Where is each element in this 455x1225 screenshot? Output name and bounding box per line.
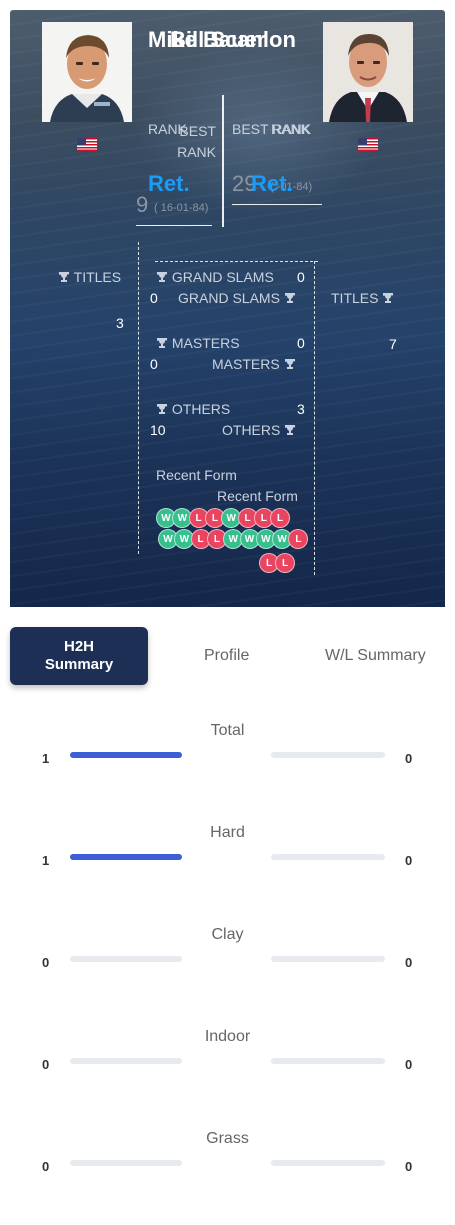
tab-h2h-summary[interactable]: H2H Summary	[10, 627, 148, 685]
tab-wl-summary[interactable]: W/L Summary	[325, 647, 426, 665]
trophy-icon	[59, 272, 70, 282]
left-grand-slams-text: GRAND SLAMS	[171, 269, 274, 285]
left-win-bar	[70, 752, 182, 758]
right-win-bar	[271, 752, 385, 758]
left-best-rank-value: 9	[136, 192, 149, 217]
tab-h2h-line1: H2H	[63, 638, 94, 655]
right-grand-slams-text: GRAND SLAMS	[178, 290, 280, 306]
right-win-count: 0	[405, 1159, 413, 1174]
left-win-count: 1	[42, 751, 50, 766]
right-win-bar	[271, 854, 385, 860]
left-best-rank-date: ( 16-01-84)	[154, 202, 209, 214]
left-win-bar	[70, 956, 182, 962]
trophy-icon	[383, 293, 394, 303]
right-titles-value: 7	[389, 336, 397, 352]
us-flag-icon	[77, 138, 97, 151]
left-win-bar-fill	[70, 854, 182, 860]
surface-label: Grass	[206, 1130, 249, 1147]
center-divider	[222, 95, 224, 227]
left-masters-label: MASTERS	[156, 335, 240, 351]
right-rank-value: Ret.	[251, 171, 293, 196]
right-grand-slams-label: GRAND SLAMS	[178, 290, 296, 306]
tab-profile[interactable]: Profile	[204, 647, 249, 665]
left-win-bar	[70, 1058, 182, 1064]
right-win-bar	[271, 956, 385, 962]
left-others-value: 3	[297, 401, 305, 417]
left-recent-form-label: Recent Form	[156, 467, 237, 483]
surface-label: Total	[210, 722, 245, 739]
left-best-rank-label: BEST RANK	[177, 123, 216, 160]
right-others-text: OTHERS	[222, 422, 281, 438]
right-others-label: OTHERS	[222, 422, 296, 438]
form-result-badge: L	[275, 553, 295, 573]
left-win-count: 0	[42, 955, 50, 970]
right-masters-value: 0	[150, 356, 158, 372]
right-win-count: 0	[405, 955, 413, 970]
trophy-icon	[157, 404, 168, 414]
right-win-count: 0	[405, 751, 413, 766]
h2h-hero-panel: Mike Bauer Bill Scanlon RANK BEST RANK R…	[10, 10, 445, 607]
tab-h2h-line2: Summary	[44, 656, 114, 673]
form-result-badge: L	[270, 508, 291, 528]
left-win-count: 1	[42, 853, 50, 868]
left-win-bar	[70, 854, 182, 860]
left-others-text: OTHERS	[171, 401, 231, 417]
left-titles-text: TITLES	[73, 269, 122, 285]
left-win-count: 0	[42, 1159, 50, 1174]
player-left-photo[interactable]	[42, 22, 132, 122]
surface-label: Hard	[210, 824, 245, 841]
right-masters-text: MASTERS	[212, 356, 280, 372]
player-right-photo[interactable]	[323, 22, 413, 122]
us-flag-icon	[358, 138, 378, 151]
player-right-name[interactable]: Bill Scanlon	[170, 27, 296, 53]
right-win-bar	[271, 1058, 385, 1064]
right-others-value: 10	[150, 422, 166, 438]
left-grand-slams-label: GRAND SLAMS	[156, 269, 274, 285]
left-masters-text: MASTERS	[171, 335, 240, 351]
left-win-bar-fill	[70, 752, 182, 758]
right-grand-slams-value: 0	[150, 290, 158, 306]
right-titles-label: TITLES	[331, 290, 394, 306]
trophy-icon	[157, 272, 168, 282]
form-result-badge: L	[288, 529, 309, 549]
left-grand-slams-value: 0	[297, 269, 305, 285]
right-win-bar	[271, 1160, 385, 1166]
trophy-icon	[284, 359, 295, 369]
top-dashed-divider	[155, 261, 318, 262]
right-titles-text: TITLES	[331, 290, 379, 306]
left-others-label: OTHERS	[156, 401, 230, 417]
trophy-icon	[285, 425, 296, 435]
left-masters-value: 0	[297, 335, 305, 351]
left-titles-label: TITLES	[58, 269, 121, 285]
surface-label: Clay	[211, 926, 244, 943]
left-rank-underline	[136, 225, 212, 226]
trophy-icon	[157, 338, 168, 348]
right-rank-underline	[232, 204, 322, 205]
left-win-count: 0	[42, 1057, 50, 1072]
surface-label: Indoor	[204, 1028, 251, 1045]
right-recent-form-label: Recent Form	[217, 488, 298, 504]
left-dashed-divider	[138, 242, 139, 554]
right-win-count: 0	[405, 853, 413, 868]
left-win-bar	[70, 1160, 182, 1166]
left-titles-value: 3	[116, 315, 124, 331]
right-dashed-divider	[314, 261, 315, 575]
left-rank-value: Ret.	[148, 171, 190, 196]
right-win-count: 0	[405, 1057, 413, 1072]
right-masters-label: MASTERS	[212, 356, 296, 372]
trophy-icon	[284, 293, 295, 303]
right-rank-label: RANK	[271, 121, 310, 137]
